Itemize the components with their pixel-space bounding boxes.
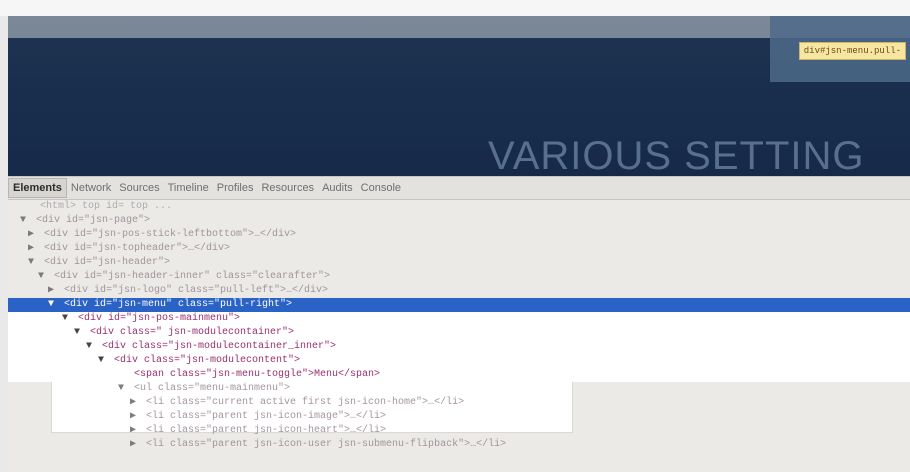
collapsed-triangle-icon[interactable]: ▶ bbox=[130, 424, 140, 438]
tab-network[interactable]: Network bbox=[67, 179, 115, 197]
dom-node[interactable]: ▶ <li class="parent jsn-icon-user jsn-su… bbox=[8, 438, 910, 452]
tab-timeline[interactable]: Timeline bbox=[164, 179, 213, 197]
expand-triangle-icon[interactable]: ▼ bbox=[38, 270, 48, 284]
collapsed-triangle-icon[interactable]: ▶ bbox=[48, 284, 58, 298]
expand-triangle-icon[interactable]: ▼ bbox=[98, 354, 108, 368]
dom-node[interactable]: ▼ <div id="jsn-header-inner" class="clea… bbox=[8, 270, 910, 284]
dom-node[interactable]: <span class="jsn-menu-toggle">Menu</span… bbox=[8, 368, 910, 382]
dom-node[interactable]: <html> top id= top ... bbox=[8, 200, 910, 214]
expand-triangle-icon[interactable]: ▼ bbox=[48, 298, 58, 312]
collapsed-triangle-icon[interactable]: ▶ bbox=[130, 438, 140, 452]
devtools-panel: Elements Network Sources Timeline Profil… bbox=[8, 176, 910, 472]
dom-node[interactable]: ▼ <div id="jsn-header"> bbox=[8, 256, 910, 270]
collapsed-triangle-icon[interactable]: ▶ bbox=[130, 396, 140, 410]
dom-node[interactable]: ▼ <div class="jsn-modulecontainer_inner"… bbox=[8, 340, 910, 354]
dom-tree[interactable]: <html> top id= top ... ▼ <div id="jsn-pa… bbox=[8, 200, 910, 472]
inspect-tooltip: div#jsn-menu.pull- bbox=[798, 42, 906, 60]
tab-elements[interactable]: Elements bbox=[8, 178, 67, 198]
expand-triangle-icon[interactable]: ▼ bbox=[28, 256, 38, 270]
dom-node[interactable]: ▼ <ul class="menu-mainmenu"> bbox=[8, 382, 910, 396]
dom-node[interactable]: ▼ <div id="jsn-page"> bbox=[8, 214, 910, 228]
page-top-bar bbox=[0, 0, 910, 16]
dom-node[interactable]: ▶ <div id="jsn-pos-stick-leftbottom">…</… bbox=[8, 228, 910, 242]
devtools-tabbar: Elements Network Sources Timeline Profil… bbox=[8, 176, 910, 200]
dom-node[interactable]: ▼ <div class=" jsn-modulecontainer"> bbox=[8, 326, 910, 340]
dom-node[interactable]: ▶ <li class="parent jsn-icon-heart">…</l… bbox=[8, 424, 910, 438]
tab-console[interactable]: Console bbox=[357, 179, 405, 197]
expand-triangle-icon[interactable]: ▼ bbox=[118, 382, 128, 396]
hero-title: VARIOUS SETTING bbox=[488, 134, 865, 176]
collapsed-triangle-icon[interactable]: ▶ bbox=[130, 410, 140, 424]
dom-node[interactable]: ▶ <li class="parent jsn-icon-image">…</l… bbox=[8, 410, 910, 424]
expand-triangle-icon[interactable]: ▼ bbox=[74, 326, 84, 340]
tab-resources[interactable]: Resources bbox=[257, 179, 318, 197]
tab-audits[interactable]: Audits bbox=[318, 179, 357, 197]
expand-triangle-icon[interactable]: ▼ bbox=[62, 312, 72, 326]
dom-node[interactable]: ▶ <div id="jsn-logo" class="pull-left">…… bbox=[8, 284, 910, 298]
tab-profiles[interactable]: Profiles bbox=[213, 179, 258, 197]
dom-node[interactable]: ▼ <div id="jsn-pos-mainmenu"> bbox=[8, 312, 910, 326]
website-header-preview: div#jsn-menu.pull- VARIOUS SETTING bbox=[8, 16, 910, 176]
dom-node[interactable]: ▶ <div id="jsn-topheader">…</div> bbox=[8, 242, 910, 256]
expand-triangle-icon[interactable]: ▼ bbox=[20, 214, 30, 228]
collapsed-triangle-icon[interactable]: ▶ bbox=[28, 242, 38, 256]
dom-node[interactable]: ▼ <div class="jsn-modulecontent"> bbox=[8, 354, 910, 368]
dom-node-selected[interactable]: ▼ <div id="jsn-menu" class="pull-right"> bbox=[8, 298, 910, 312]
dom-node[interactable]: ▶ <li class="current active first jsn-ic… bbox=[8, 396, 910, 410]
expand-triangle-icon[interactable]: ▼ bbox=[86, 340, 96, 354]
tab-sources[interactable]: Sources bbox=[115, 179, 163, 197]
collapsed-triangle-icon[interactable]: ▶ bbox=[28, 228, 38, 242]
